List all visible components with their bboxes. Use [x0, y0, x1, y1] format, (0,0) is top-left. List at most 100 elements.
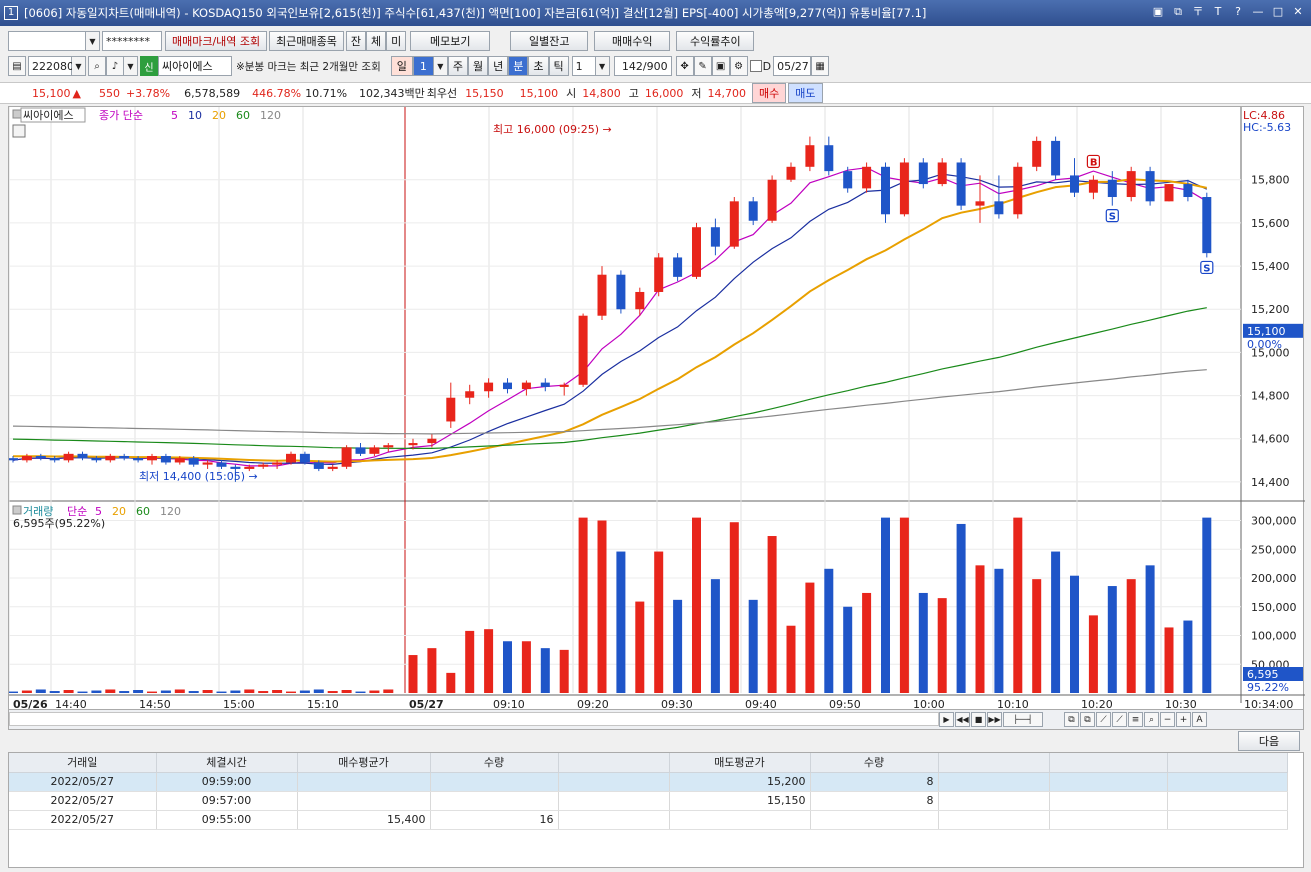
candle-body — [327, 466, 338, 469]
zoom-out-icon[interactable]: − — [1160, 712, 1175, 727]
minimize-icon[interactable]: — — [1251, 4, 1265, 20]
buy-button[interactable]: 매수 — [752, 83, 787, 103]
col-buy-qty[interactable]: 수량 — [430, 753, 559, 773]
link-icon[interactable]: ⧉ — [1171, 4, 1185, 20]
legend-ma-period: 60 — [236, 109, 250, 122]
candle-body — [1126, 171, 1136, 198]
volume-bar — [710, 579, 720, 693]
tab-year[interactable]: 년 — [488, 56, 509, 76]
draw-tool-icon[interactable]: ✎ — [693, 56, 712, 76]
col-buy-avg[interactable]: 매수평균가 — [297, 753, 431, 773]
candle-body — [975, 201, 985, 206]
table-row[interactable]: 2022/05/27 09:59:00 15,200 8 — [9, 772, 1288, 792]
tab-second[interactable]: 초 — [528, 56, 549, 76]
maximize-icon[interactable]: □ — [1271, 4, 1285, 20]
volume-bar — [119, 691, 130, 693]
code-dropdown-icon[interactable]: ▼ — [72, 56, 86, 76]
current-price-pct: 0.00% — [1247, 338, 1282, 351]
tab-month[interactable]: 월 — [468, 56, 489, 76]
unexecuted-button[interactable]: 미 — [386, 31, 407, 51]
fib-tool-icon[interactable]: ≡ — [1128, 712, 1143, 727]
candle-body — [230, 466, 241, 469]
speaker-dropdown-icon[interactable]: ▼ — [124, 56, 138, 76]
copy-icon[interactable]: ⧉ — [1064, 712, 1079, 727]
candle-body — [673, 257, 683, 277]
legend-ma-period: 20 — [212, 109, 226, 122]
search-icon[interactable]: ⌕ — [88, 56, 106, 76]
tab-day[interactable]: 일 — [390, 56, 413, 76]
font-size-icon[interactable]: A — [1192, 712, 1207, 727]
current-volume-pct: 95.22% — [1247, 681, 1289, 694]
col-sell-avg[interactable]: 매도평균가 — [669, 753, 811, 773]
candle-body — [21, 455, 32, 461]
trade-mark-button[interactable]: 매매마크/내역 조회 — [165, 31, 268, 51]
zoom-slider[interactable]: ├──┤ — [1003, 712, 1043, 727]
close-icon[interactable]: ✕ — [1291, 4, 1305, 20]
chart-area[interactable]: 05/26 14:40 14:50 15:00 15:10 05/27 09:10 09:20… — [8, 106, 1305, 711]
speaker-icon[interactable]: ♪ — [106, 56, 124, 76]
trade-mark-label: S — [1203, 263, 1210, 274]
trend-tool-icon[interactable]: ⟋ — [1112, 712, 1127, 727]
line-tool-icon[interactable]: ⟋ — [1096, 712, 1111, 727]
zoom-in-icon[interactable]: + — [1176, 712, 1191, 727]
candle-body — [635, 291, 645, 310]
toolbar-chart: ▤ 222080 ▼ ⌕ ♪ ▼ 신 씨아이에스 ※분봉 마크는 최근 2개월만… — [0, 55, 1311, 77]
zoom-icon[interactable]: ⌕ — [1144, 712, 1159, 727]
tab-minute[interactable]: 분 — [508, 56, 529, 76]
candle-body — [202, 462, 213, 465]
volume-bar — [77, 691, 88, 693]
candle-body — [369, 447, 380, 454]
legend-stock-name: 씨아이에스 — [23, 109, 74, 122]
day-count-dropdown-icon[interactable]: ▼ — [433, 56, 448, 76]
day-count-input[interactable]: 1 — [412, 56, 434, 76]
rewind-icon[interactable]: ◀◀ — [955, 712, 970, 727]
chart-scrollbar[interactable] — [9, 712, 939, 726]
table-row[interactable]: 2022/05/27 09:57:00 15,150 8 — [9, 791, 1288, 811]
d-checkbox[interactable] — [749, 60, 762, 72]
recent-trades-button[interactable]: 최근매매종목 — [269, 31, 344, 51]
candle-body — [956, 162, 966, 206]
volume-bar — [341, 690, 352, 693]
scroll-right-icon[interactable]: ▶ — [939, 712, 954, 727]
paste-icon[interactable]: ⧉ — [1080, 712, 1095, 727]
help-icon[interactable]: ? — [1231, 4, 1245, 20]
fast-forward-icon[interactable]: ▶▶ — [987, 712, 1002, 727]
low-label: 저 — [691, 87, 702, 100]
memo-button[interactable]: 메모보기 — [410, 31, 491, 51]
save-icon[interactable]: ▣ — [711, 56, 730, 76]
tab-week[interactable]: 주 — [447, 56, 468, 76]
next-button[interactable]: 다음 — [1238, 731, 1300, 751]
account-dropdown-icon[interactable]: ▼ — [86, 31, 100, 51]
calendar-icon[interactable]: ▦ — [811, 56, 830, 76]
trade-profit-button[interactable]: 매매수익 — [594, 31, 671, 51]
pin-icon[interactable]: ▣ — [1151, 4, 1165, 20]
stop-icon[interactable]: ■ — [971, 712, 986, 727]
col-blank-1 — [558, 753, 670, 773]
volume-bar — [369, 690, 380, 693]
table-row[interactable]: 2022/05/27 09:55:00 15,400 16 — [9, 810, 1288, 830]
interval-dropdown-icon[interactable]: ▼ — [595, 56, 610, 76]
col-sell-qty[interactable]: 수량 — [810, 753, 939, 773]
date-input[interactable]: 05/27 — [773, 56, 812, 76]
col-trade-date[interactable]: 거래일 — [9, 753, 157, 773]
candle-body — [341, 447, 352, 467]
bar-count-input[interactable]: 142/900 — [613, 56, 672, 76]
password-input[interactable]: ******** — [102, 31, 162, 51]
crosshair-icon[interactable]: ✥ — [675, 56, 694, 76]
gear-icon[interactable]: ⚙ — [729, 56, 748, 76]
interval-input[interactable]: 1 — [571, 56, 596, 76]
tab-tick[interactable]: 틱 — [548, 56, 569, 76]
daily-balance-button[interactable]: 일별잔고 — [510, 31, 589, 51]
executed-button[interactable]: 체 — [366, 31, 387, 51]
fix-icon[interactable]: 〒 — [1191, 4, 1205, 20]
return-trend-button[interactable]: 수익률추이 — [676, 31, 755, 51]
font-icon[interactable]: T — [1211, 4, 1225, 20]
col-exec-time[interactable]: 체결시간 — [156, 753, 298, 773]
price-volume-chart[interactable]: 05/26 14:40 14:50 15:00 15:10 05/27 09:10 09:20… — [8, 107, 1305, 711]
balance-button[interactable]: 잔 — [345, 31, 367, 51]
volume-bar — [8, 691, 18, 693]
account-input[interactable] — [8, 31, 86, 51]
sell-button[interactable]: 매도 — [788, 83, 823, 103]
layout-icon[interactable]: ▤ — [8, 56, 26, 76]
stock-code-input[interactable]: 222080 — [28, 56, 74, 76]
